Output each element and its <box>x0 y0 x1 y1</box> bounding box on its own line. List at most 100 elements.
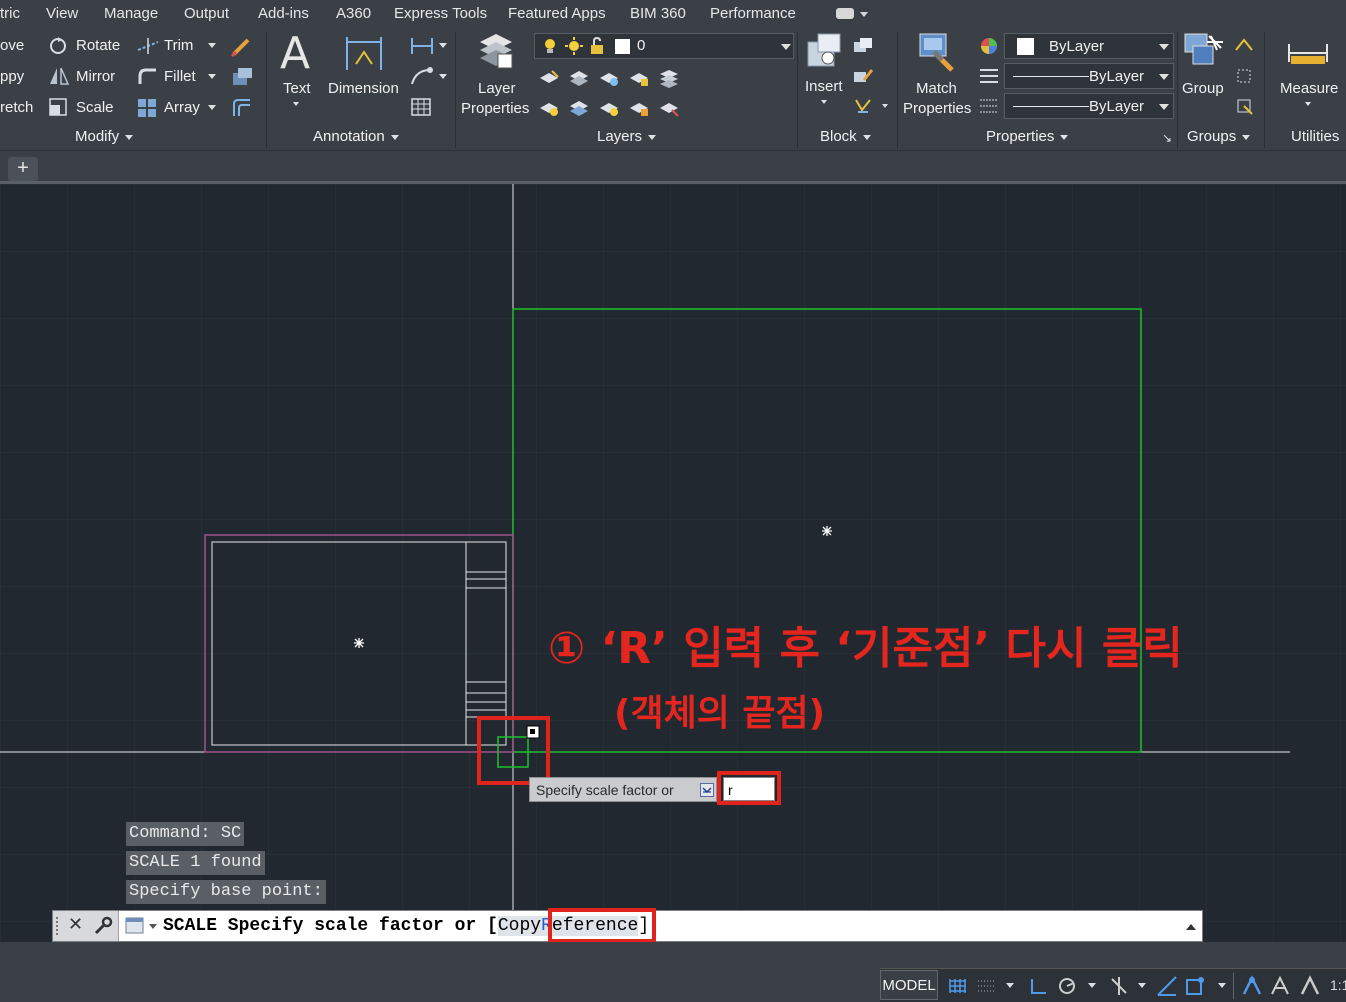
insert-block-icon[interactable] <box>806 32 844 70</box>
annotation-visibility-icon[interactable] <box>1240 974 1264 998</box>
measure-icon[interactable] <box>1287 38 1329 68</box>
erase-icon[interactable] <box>230 34 254 58</box>
text-dropdown-icon[interactable] <box>293 102 299 106</box>
new-tab-button[interactable]: + <box>8 157 38 181</box>
recent-commands-icon[interactable] <box>125 917 145 935</box>
layer-merge-icon[interactable] <box>658 98 680 118</box>
menu-item-bim360[interactable]: BIM 360 <box>630 5 686 22</box>
table-icon[interactable] <box>410 97 432 117</box>
offset-icon[interactable] <box>230 96 254 120</box>
measure-dropdown-icon[interactable] <box>1305 102 1311 106</box>
group-select-icon[interactable] <box>1234 96 1256 116</box>
chevron-down-icon[interactable] <box>1159 44 1169 50</box>
menu-item-output[interactable]: Output <box>184 5 229 22</box>
chevron-down-icon[interactable] <box>1159 74 1169 80</box>
match-properties-label-1[interactable]: Match <box>916 80 957 97</box>
rotate-button[interactable]: Rotate <box>76 37 120 54</box>
group-edit-icon[interactable] <box>1234 66 1256 86</box>
option-copy[interactable]: Copy <box>497 916 542 936</box>
auto-scale-icon[interactable] <box>1268 974 1292 998</box>
create-block-icon[interactable] <box>852 36 874 56</box>
explode-icon[interactable] <box>230 65 254 89</box>
chevron-down-icon[interactable] <box>1006 983 1014 988</box>
annotation-panel-title[interactable]: Annotation <box>313 128 399 145</box>
scale-label[interactable]: 1:1 <box>1330 977 1346 993</box>
layer-dropdown[interactable]: 0 <box>534 33 794 59</box>
chevron-down-icon[interactable] <box>149 924 157 929</box>
options-arrow-icon[interactable] <box>700 783 714 797</box>
layer-match-icon[interactable] <box>658 68 680 88</box>
chevron-down-icon[interactable] <box>439 43 447 48</box>
dialog-launcher-icon[interactable]: ↘ <box>1162 131 1172 145</box>
isodraft-icon[interactable] <box>1108 975 1130 997</box>
scale-button[interactable]: Scale <box>76 99 114 116</box>
layer-properties-label-2[interactable]: Properties <box>461 100 529 117</box>
fillet-dropdown-icon[interactable] <box>208 74 216 79</box>
text-tool-icon[interactable]: A <box>280 28 310 79</box>
block-attribute-icon[interactable] <box>852 96 874 116</box>
dimension-icon[interactable] <box>344 34 384 74</box>
wrench-icon[interactable] <box>93 916 113 936</box>
stretch-tool[interactable]: retch <box>0 99 33 116</box>
group-label[interactable]: Group <box>1182 80 1224 97</box>
trim-dropdown-icon[interactable] <box>208 43 216 48</box>
fillet-button[interactable]: Fillet <box>164 68 196 85</box>
layer-isolate-icon[interactable] <box>568 68 590 88</box>
chevron-down-icon[interactable] <box>882 104 888 108</box>
mirror-button[interactable]: Mirror <box>76 68 115 85</box>
utilities-panel-title[interactable]: Utilities <box>1291 128 1339 145</box>
layer-lock-icon[interactable] <box>628 68 650 88</box>
edit-block-icon[interactable] <box>852 66 874 86</box>
annotation-scale-icon[interactable] <box>1298 974 1322 998</box>
layer-properties-label-1[interactable]: Layer <box>478 80 516 97</box>
dimension-label[interactable]: Dimension <box>328 80 399 97</box>
snap-icon[interactable] <box>976 977 996 995</box>
group-icon[interactable] <box>1183 32 1225 74</box>
leader-icon[interactable] <box>410 66 434 86</box>
copy-tool[interactable]: ppy <box>0 68 24 85</box>
close-icon[interactable]: ✕ <box>68 914 83 935</box>
menu-item-manage[interactable]: Manage <box>104 5 158 22</box>
move-tool[interactable]: ove <box>0 37 24 54</box>
polar-icon[interactable] <box>1056 975 1078 997</box>
menu-item-view[interactable]: View <box>46 5 78 22</box>
block-panel-title[interactable]: Block <box>820 128 871 145</box>
menu-item-addins[interactable]: Add-ins <box>258 5 309 22</box>
ungroup-icon[interactable] <box>1234 36 1256 56</box>
menu-item-featured-apps[interactable]: Featured Apps <box>508 5 606 22</box>
chevron-down-icon[interactable] <box>1088 983 1096 988</box>
layer-unisolate-icon[interactable] <box>568 98 590 118</box>
layer-off-icon[interactable] <box>538 68 560 88</box>
chevron-up-icon[interactable] <box>1186 924 1196 930</box>
object-snap-tracking-icon[interactable] <box>1156 975 1178 997</box>
layers-panel-title[interactable]: Layers <box>597 128 657 145</box>
chevron-down-icon[interactable] <box>439 74 447 79</box>
match-properties-icon[interactable] <box>918 32 958 72</box>
layer-thaw-icon[interactable] <box>598 98 620 118</box>
array-dropdown-icon[interactable] <box>208 105 216 110</box>
modify-panel-title[interactable]: Modify <box>75 128 134 145</box>
grip-handle-icon[interactable] <box>56 917 60 935</box>
match-properties-label-2[interactable]: Properties <box>903 100 971 117</box>
menu-item-a360[interactable]: A360 <box>336 5 371 22</box>
insert-dropdown-icon[interactable] <box>821 100 827 104</box>
measure-label[interactable]: Measure <box>1280 80 1338 97</box>
panel-toggle-icon[interactable] <box>836 8 854 19</box>
linetype-dropdown[interactable]: ByLayer <box>1004 63 1174 89</box>
layer-freeze-icon[interactable] <box>598 68 620 88</box>
ortho-icon[interactable] <box>1028 975 1050 997</box>
groups-panel-title[interactable]: Groups <box>1187 128 1251 145</box>
layer-properties-icon[interactable] <box>476 32 516 72</box>
menu-item-parametric[interactable]: tric <box>0 5 20 22</box>
chevron-down-icon[interactable] <box>781 44 791 50</box>
lineweight-dropdown[interactable]: ByLayer <box>1004 93 1174 119</box>
object-snap-icon[interactable] <box>1184 975 1206 997</box>
chevron-down-icon[interactable] <box>1218 983 1226 988</box>
model-space-button[interactable]: MODEL <box>880 970 938 1000</box>
text-tool-label[interactable]: Text <box>283 80 311 97</box>
chevron-down-icon[interactable] <box>860 12 868 17</box>
linear-dim-icon[interactable] <box>410 36 434 56</box>
trim-button[interactable]: Trim <box>164 37 193 54</box>
chevron-down-icon[interactable] <box>1138 983 1146 988</box>
color-dropdown[interactable]: ByLayer <box>1004 33 1174 59</box>
